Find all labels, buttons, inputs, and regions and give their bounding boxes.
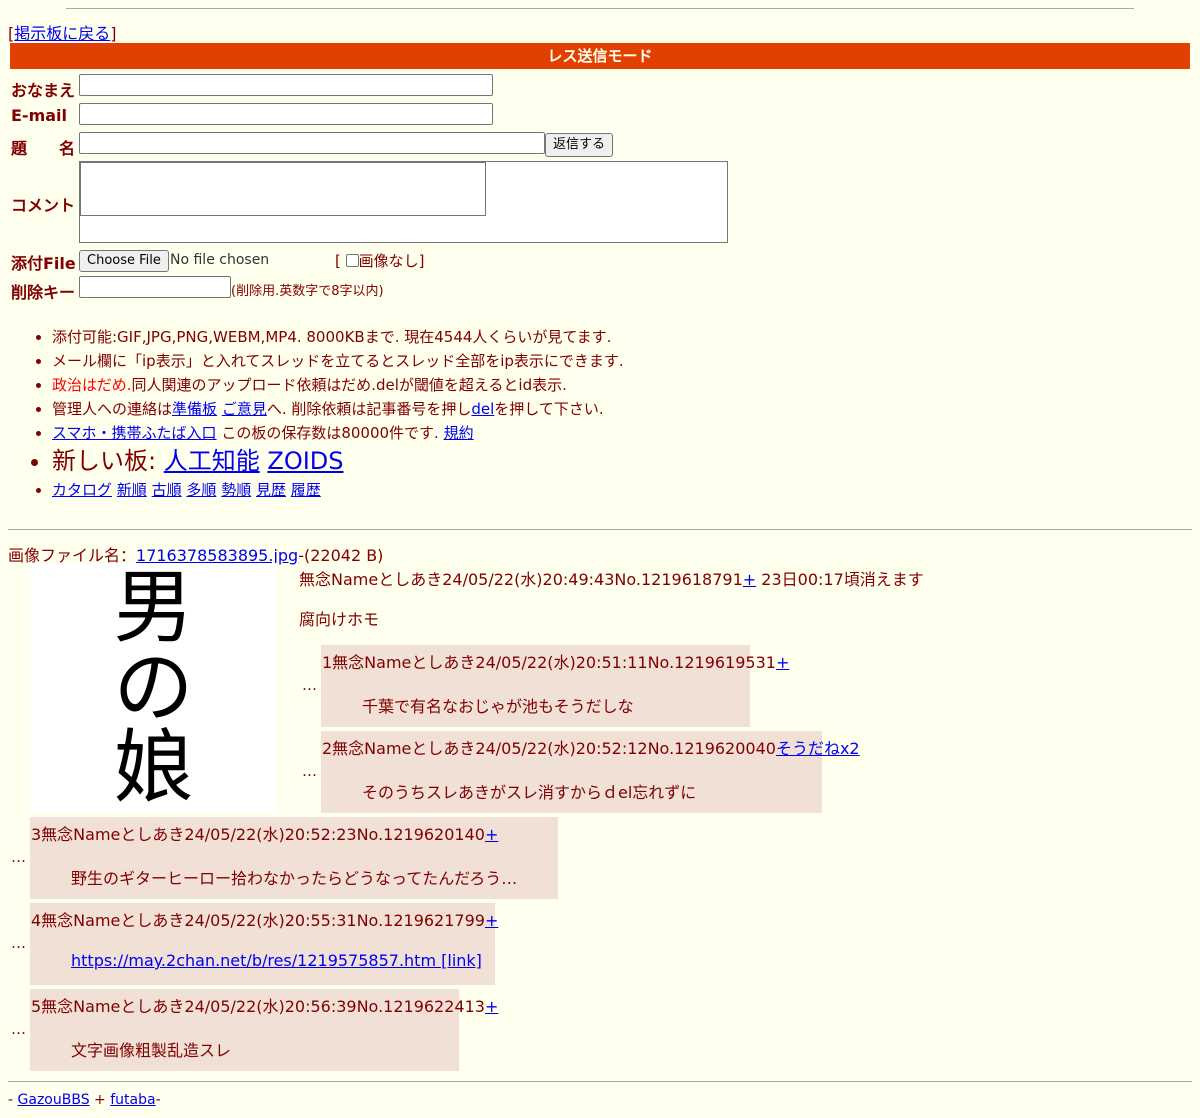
email-label: E-mail bbox=[11, 106, 68, 125]
mobile-entry-link[interactable]: スマホ・携帯ふたば入口 bbox=[52, 424, 217, 442]
name-label: おなまえ bbox=[11, 81, 76, 100]
reply-body: 千葉で有名なおじゃが池もそうだしな bbox=[362, 697, 634, 716]
name-input[interactable] bbox=[79, 74, 493, 96]
del-link[interactable]: del bbox=[471, 400, 494, 418]
file-label: 添付File bbox=[11, 254, 76, 273]
rule-item: 政治はだめ.同人関連のアップロード依頼はだめ.delが閾値を超えるとid表示. bbox=[52, 373, 624, 397]
sort-old-link[interactable]: 古順 bbox=[152, 481, 182, 499]
expire-note: 23日00:17頃消えます bbox=[761, 570, 924, 589]
rule-item: 管理人への連絡は準備板 ご意見へ. 削除依頼は記事番号を押しdelを押して下さい… bbox=[52, 397, 624, 421]
reply-header: 4無念Nameとしあき24/05/22(水)20:55:31No.1219621… bbox=[31, 911, 499, 930]
futaba-link[interactable]: futaba bbox=[110, 1092, 155, 1108]
reply-header: 5無念Nameとしあき24/05/22(水)20:56:39No.1219622… bbox=[31, 997, 499, 1016]
reply-post: 5無念Nameとしあき24/05/22(水)20:56:39No.1219622… bbox=[30, 989, 499, 1071]
sodane-link[interactable]: そうだねx2 bbox=[776, 739, 860, 758]
thumb-char: の bbox=[113, 641, 194, 734]
reply-body: そのうちスレあきがスレ消すからｄel忘れずに bbox=[362, 783, 697, 802]
reply-header: 1無念Nameとしあき24/05/22(水)20:51:11No.1219619… bbox=[322, 653, 790, 672]
reply-ellipsis: … bbox=[11, 848, 26, 866]
gazoubbs-link[interactable]: GazouBBS bbox=[18, 1092, 90, 1108]
footer-divider bbox=[8, 1081, 1192, 1082]
reply-plus-link[interactable]: + bbox=[485, 911, 498, 930]
thumb-char: 男 bbox=[113, 563, 194, 654]
back-link-wrap: [掲示板に戻る] bbox=[8, 24, 117, 43]
prep-board-link[interactable]: 準備板 bbox=[172, 400, 217, 418]
thumb-char: 娘 bbox=[113, 721, 194, 813]
reply-ellipsis: … bbox=[11, 934, 26, 952]
rule-item-nav: カタログ 新順 古順 多順 勢順 見歴 履歴 bbox=[52, 478, 624, 502]
thread-thumbnail[interactable]: 男 の 娘 bbox=[30, 563, 277, 813]
reply-header: 3無念Nameとしあき24/05/22(水)20:52:23No.1219620… bbox=[31, 825, 499, 844]
delete-key-label: 削除キー bbox=[11, 283, 76, 302]
footer: - GazouBBS + futaba- bbox=[8, 1092, 161, 1108]
rule-item: スマホ・携帯ふたば入口 この板の保存数は80000件です. 規約 bbox=[52, 421, 624, 445]
reply-post: 4無念Nameとしあき24/05/22(水)20:55:31No.1219621… bbox=[30, 903, 499, 985]
reply-ellipsis: … bbox=[302, 762, 317, 780]
board-rules-list: 添付可能:GIF,JPG,PNG,WEBM,MP4. 8000KBまで. 現在4… bbox=[30, 325, 624, 502]
sort-momentum-link[interactable]: 勢順 bbox=[221, 481, 251, 499]
feedback-link[interactable]: ご意見 bbox=[222, 400, 267, 418]
sort-new-link[interactable]: 新順 bbox=[117, 481, 147, 499]
delete-key-note: (削除用.英数字で8字以内) bbox=[231, 284, 384, 299]
choose-file-button[interactable]: Choose File bbox=[79, 250, 169, 272]
rule-item: メール欄に「ip表示」と入れてスレッドを立てるとスレッド全部をip表示にできます… bbox=[52, 349, 624, 373]
reply-ellipsis: … bbox=[11, 1020, 26, 1038]
submit-reply-button[interactable]: 返信する bbox=[545, 133, 614, 157]
top-divider bbox=[66, 8, 1134, 9]
reply-ellipsis: … bbox=[302, 676, 317, 694]
reply-body: https://may.2chan.net/b/res/1219575857.h… bbox=[71, 951, 494, 970]
op-body: 腐向けホモ bbox=[299, 610, 380, 629]
comment-label: コメント bbox=[11, 196, 76, 215]
comment-textarea-inner bbox=[80, 162, 486, 216]
no-file-chosen-text: No file chosen bbox=[170, 252, 270, 268]
reply-mode-bar: レス送信モード bbox=[10, 43, 1190, 69]
op-plus-link[interactable]: + bbox=[743, 570, 756, 589]
subject-label: 題 名 bbox=[11, 139, 76, 158]
reply-post: 1無念Nameとしあき24/05/22(水)20:51:11No.1219619… bbox=[321, 645, 790, 727]
no-image-label: 画像なし bbox=[358, 252, 419, 270]
reply-url-link[interactable]: https://may.2chan.net/b/res/1219575857.h… bbox=[71, 951, 482, 970]
zoids-board-link[interactable]: ZOIDS bbox=[267, 447, 343, 475]
back-to-board-link[interactable]: 掲示板に戻る bbox=[14, 24, 110, 43]
section-divider bbox=[8, 529, 1192, 530]
subject-input[interactable] bbox=[79, 132, 545, 154]
reply-header: 2無念Nameとしあき24/05/22(水)20:52:12No.1219620… bbox=[322, 739, 860, 758]
reply-body: 文字画像粗製乱造スレ bbox=[71, 1041, 232, 1060]
rule-item: 添付可能:GIF,JPG,PNG,WEBM,MP4. 8000KBまで. 現在4… bbox=[52, 325, 624, 349]
no-image-checkbox[interactable] bbox=[345, 254, 359, 267]
reply-body: 野生のギターヒーロー拾わなかったらどうなってたんだろう… bbox=[71, 869, 518, 888]
politics-warning: 政治はだめ. bbox=[52, 376, 132, 394]
rule-item-new-boards: 新しい板: 人工知能 ZOIDS bbox=[52, 445, 624, 478]
sort-many-link[interactable]: 多順 bbox=[186, 481, 216, 499]
email-input[interactable] bbox=[79, 103, 493, 125]
reply-post: 3無念Nameとしあき24/05/22(水)20:52:23No.1219620… bbox=[30, 817, 558, 899]
reply-plus-link[interactable]: + bbox=[485, 825, 498, 844]
terms-link[interactable]: 規約 bbox=[444, 424, 474, 442]
op-header: 無念Nameとしあき24/05/22(水)20:49:43No.12196187… bbox=[299, 570, 924, 589]
catalog-link[interactable]: カタログ bbox=[52, 481, 112, 499]
ai-board-link[interactable]: 人工知能 bbox=[164, 447, 260, 475]
reply-post: 2無念Nameとしあき24/05/22(水)20:52:12No.1219620… bbox=[321, 731, 860, 813]
viewed-history-link[interactable]: 見歴 bbox=[256, 481, 286, 499]
post-history-link[interactable]: 履歴 bbox=[291, 481, 321, 499]
no-image-option: [ 画像なし] bbox=[335, 252, 425, 270]
reply-plus-link[interactable]: + bbox=[485, 997, 498, 1016]
reply-plus-link[interactable]: + bbox=[776, 653, 789, 672]
delete-key-input[interactable] bbox=[79, 276, 231, 298]
